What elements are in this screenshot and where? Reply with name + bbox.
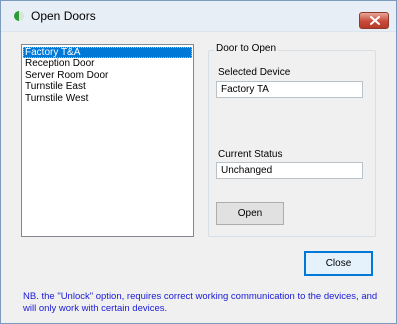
unlock-note: NB. the "Unlock" option, requires correc…: [23, 291, 378, 314]
device-list[interactable]: Factory T&A Reception Door Server Room D…: [21, 44, 194, 237]
app-icon: [14, 11, 24, 21]
door-to-open-legend: Door to Open: [214, 43, 279, 54]
window-close-button[interactable]: [359, 12, 389, 29]
device-list-item[interactable]: Factory T&A: [23, 47, 192, 59]
selected-device-field[interactable]: [216, 81, 363, 98]
device-list-item[interactable]: Turnstile East: [23, 81, 192, 92]
open-button[interactable]: Open: [216, 202, 284, 225]
selected-device-label: Selected Device: [218, 67, 291, 78]
close-button[interactable]: Close: [304, 251, 373, 276]
title-bar: Open Doors: [1, 1, 396, 32]
current-status-field[interactable]: [216, 162, 363, 179]
current-status-label: Current Status: [218, 149, 283, 160]
device-list-item[interactable]: Turnstile West: [23, 93, 192, 104]
open-doors-dialog: Open Doors Factory T&A Reception Door Se…: [0, 0, 397, 324]
device-list-item[interactable]: Reception Door: [23, 58, 192, 69]
window-title: Open Doors: [31, 9, 96, 23]
device-list-item[interactable]: Server Room Door: [23, 70, 192, 81]
close-icon: [370, 16, 380, 25]
